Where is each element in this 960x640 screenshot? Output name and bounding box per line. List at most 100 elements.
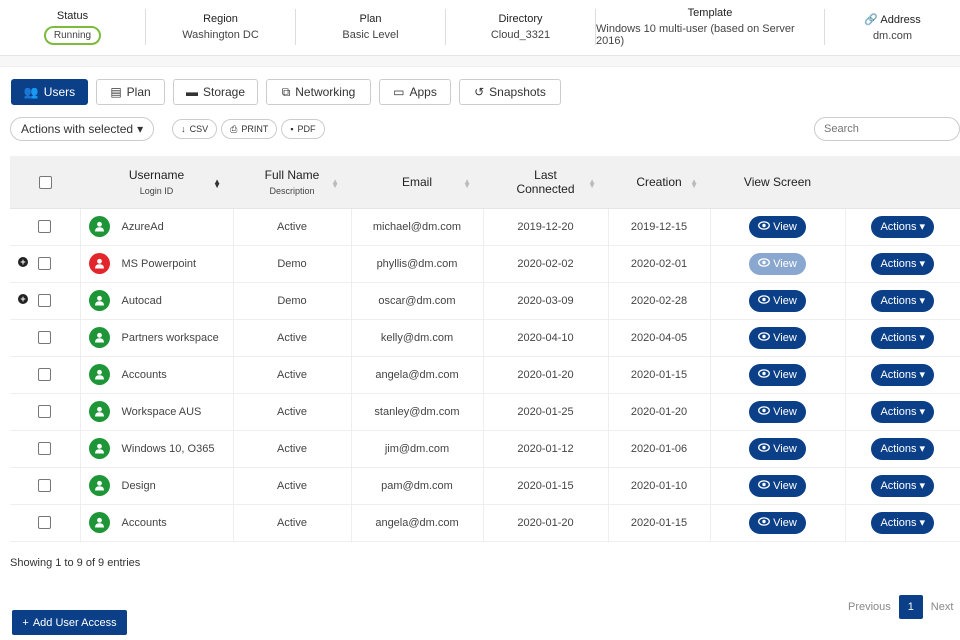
expand-icon[interactable]: +	[18, 294, 28, 304]
tab-apps[interactable]: ▭ Apps	[379, 79, 451, 105]
tab-plan[interactable]: ▤ Plan	[96, 79, 165, 105]
previous-button[interactable]: Previous	[848, 601, 891, 613]
table-header: Username Login ID ▲ ▼ Full Name Description ▲…	[10, 156, 960, 209]
actions-cell: Actions ▾	[845, 282, 960, 320]
table-toolbar: Actions with selected ▾ ↓ CSV ⎙ PRINT ▪ PDF	[10, 117, 325, 141]
table-row: AzureAd Active michael@dm.com 2019-12-20…	[10, 208, 960, 246]
row-checkbox[interactable]	[38, 220, 52, 233]
user-avatar-icon	[88, 327, 110, 348]
email-cell: angela@dm.com	[351, 504, 484, 542]
last-connected-cell: 2020-01-20	[483, 504, 609, 542]
username-cell: AzureAd	[80, 208, 234, 246]
export-csv-button[interactable]: ↓ CSV	[172, 119, 218, 139]
next-button[interactable]: Next	[931, 601, 954, 613]
username: Windows 10, O365	[121, 442, 215, 455]
column-username[interactable]: Username Login ID ▲ ▼	[80, 156, 233, 209]
email-cell: pam@dm.com	[351, 467, 484, 505]
actions-dropdown-button[interactable]: Actions ▾	[871, 326, 935, 349]
tab-label: Storage	[202, 85, 246, 99]
actions-with-selected-dropdown[interactable]: Actions with selected ▾	[10, 117, 155, 141]
last-connected-cell: 2019-12-20	[483, 208, 609, 246]
expand-icon[interactable]: +	[18, 257, 28, 267]
actions-dropdown-button[interactable]: Actions ▾	[871, 474, 935, 497]
last-connected-cell: 2020-02-02	[483, 245, 609, 283]
actions-dropdown-button[interactable]: Actions ▾	[871, 363, 935, 386]
tab-users[interactable]: 👥 Users	[11, 79, 88, 105]
row-checkbox[interactable]	[38, 479, 52, 492]
description-cell: Active	[233, 393, 352, 431]
column-title: Full Name	[264, 167, 320, 182]
tab-snapshots[interactable]: ↺ Snapshots	[459, 79, 561, 105]
view-button[interactable]: View	[749, 400, 806, 423]
network-icon: ⧉	[281, 84, 291, 99]
creation-cell: 2020-01-20	[608, 393, 711, 431]
page-1-button[interactable]: 1	[898, 595, 923, 619]
actions-dropdown-button[interactable]: Actions ▾	[871, 511, 935, 534]
row-checkbox[interactable]	[38, 516, 52, 529]
button-label: View	[773, 405, 797, 418]
column-email[interactable]: Email ▲ ▼	[351, 156, 483, 209]
info-address: 🔗 Address dm.com	[825, 9, 960, 45]
button-label: CSV	[189, 124, 209, 134]
tab-storage[interactable]: ▬ Storage	[173, 79, 258, 105]
print-button[interactable]: ⎙ PRINT	[221, 119, 278, 139]
tab-networking[interactable]: ⧉ Networking	[266, 79, 371, 105]
tab-label: Apps	[409, 85, 437, 99]
users-icon: 👥	[23, 85, 39, 99]
view-button[interactable]: View	[749, 363, 806, 386]
column-view-screen: View Screen	[710, 156, 845, 209]
button-label: View	[773, 368, 797, 381]
info-status: Status Running	[0, 9, 146, 45]
row-checkbox[interactable]	[38, 442, 52, 455]
eye-icon	[758, 220, 771, 233]
print-icon: ⎙	[230, 123, 238, 134]
view-button[interactable]: View	[749, 215, 806, 238]
view-cell: View	[710, 208, 846, 246]
actions-dropdown-button[interactable]: Actions ▾	[871, 252, 935, 275]
select-cell	[10, 356, 81, 394]
username: MS Powerpoint	[121, 257, 197, 270]
column-fullname[interactable]: Full Name Description ▲ ▼	[233, 156, 351, 209]
column-creation[interactable]: Creation ▲ ▼	[608, 156, 710, 209]
last-connected-cell: 2020-04-10	[483, 319, 609, 357]
description-cell: Active	[233, 319, 352, 357]
export-pdf-button[interactable]: ▪ PDF	[281, 119, 325, 139]
row-checkbox[interactable]	[38, 294, 52, 307]
view-button[interactable]: View	[749, 511, 806, 534]
button-label: Actions	[880, 257, 917, 270]
sort-icon: ▲ ▼	[463, 177, 471, 190]
download-icon: ↓	[181, 124, 186, 134]
view-cell: View	[710, 319, 846, 357]
divider	[0, 57, 960, 67]
view-button[interactable]: View	[749, 326, 806, 349]
row-checkbox[interactable]	[38, 405, 52, 418]
username: AzureAd	[121, 220, 164, 233]
row-checkbox[interactable]	[38, 368, 52, 381]
table-row: Partners workspace Active kelly@dm.com 2…	[10, 319, 960, 357]
column-last-connected[interactable]: Last Connected ▲ ▼	[483, 156, 608, 209]
view-button[interactable]: View	[749, 474, 806, 497]
username-cell: Windows 10, O365	[80, 430, 234, 468]
user-avatar-icon	[88, 401, 110, 422]
view-cell: View	[710, 245, 846, 283]
view-button[interactable]: View	[749, 437, 806, 460]
email-cell: stanley@dm.com	[351, 393, 484, 431]
description-cell: Demo	[233, 245, 352, 283]
actions-dropdown-button[interactable]: Actions ▾	[871, 289, 935, 312]
username: Autocad	[121, 294, 162, 307]
row-checkbox[interactable]	[38, 331, 52, 344]
view-cell: View	[710, 467, 846, 505]
actions-dropdown-button[interactable]: Actions ▾	[871, 215, 935, 238]
select-all-checkbox[interactable]	[38, 175, 52, 189]
select-cell	[10, 393, 81, 431]
search-input[interactable]	[814, 117, 960, 141]
select-all-header	[10, 156, 80, 209]
actions-dropdown-button[interactable]: Actions ▾	[871, 400, 935, 423]
add-user-access-button[interactable]: + Add User Access	[12, 610, 127, 635]
button-label: Add User Access	[32, 616, 117, 629]
view-button[interactable]: View	[749, 289, 806, 312]
dropdown-label: Actions with selected	[21, 122, 134, 136]
view-button[interactable]: View	[749, 252, 806, 275]
actions-dropdown-button[interactable]: Actions ▾	[871, 437, 935, 460]
row-checkbox[interactable]	[38, 257, 52, 270]
